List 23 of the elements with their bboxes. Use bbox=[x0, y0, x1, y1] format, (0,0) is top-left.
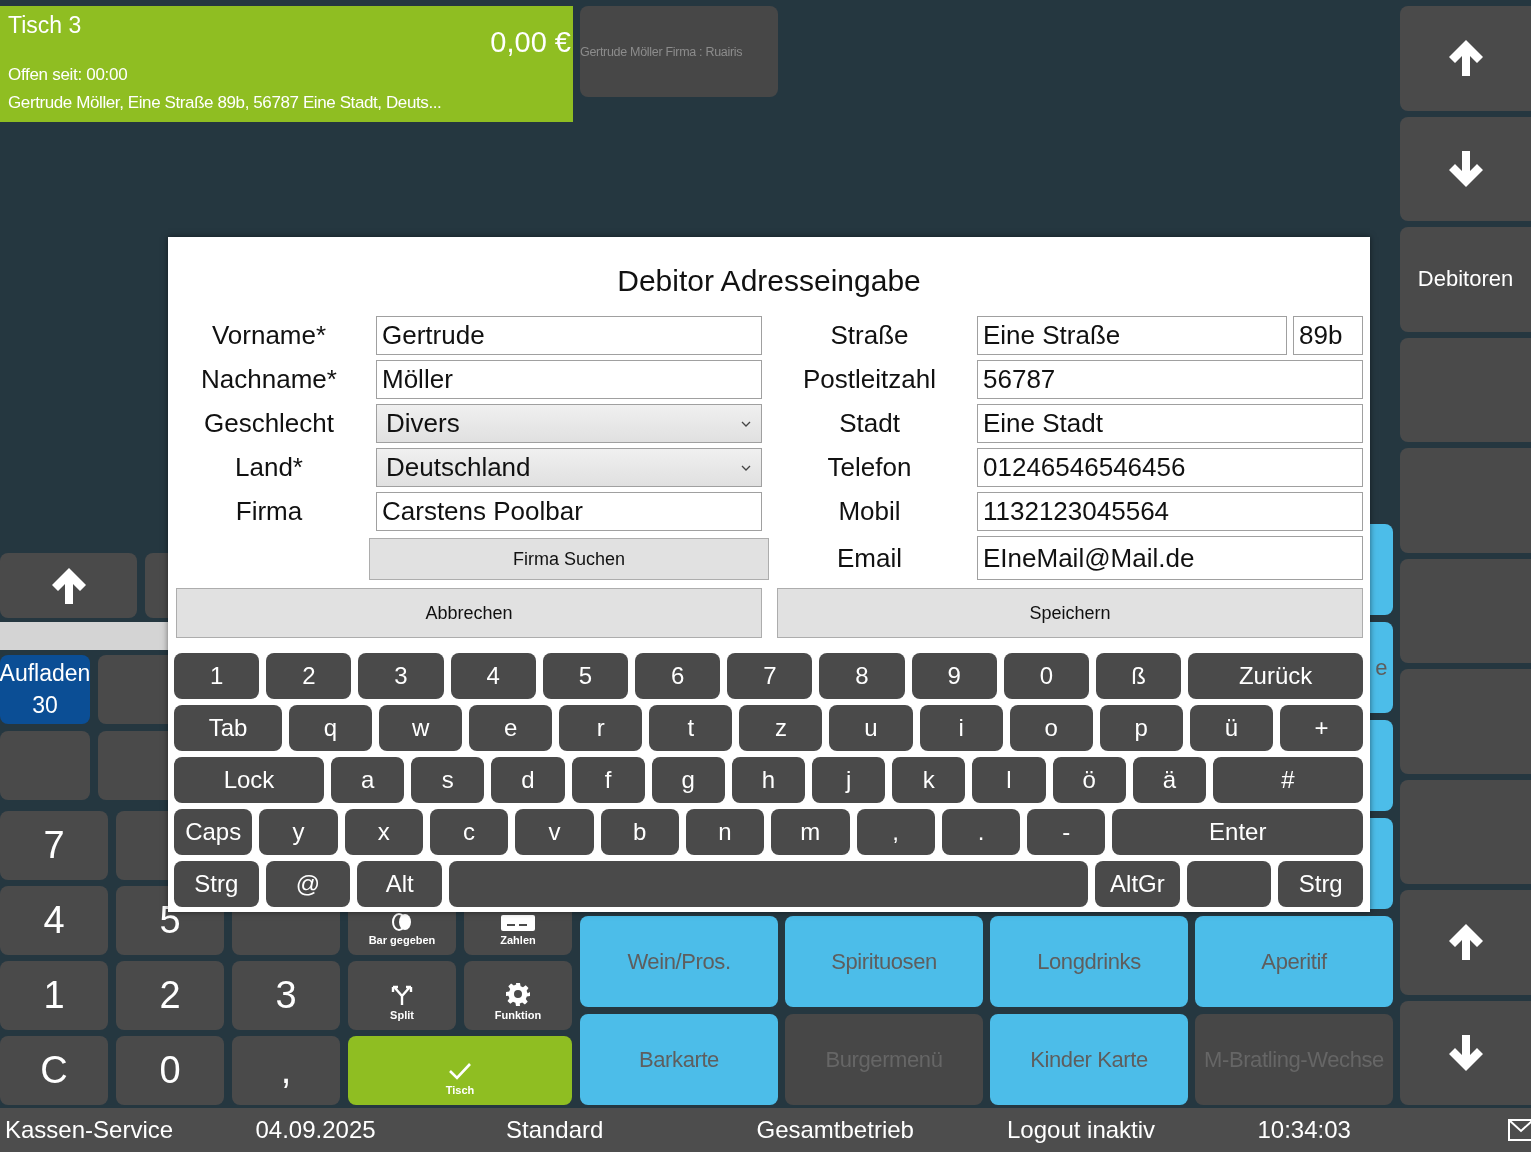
field-label: Straße bbox=[829, 319, 910, 352]
status-text: 10:34:03 bbox=[1257, 1116, 1352, 1144]
field-label: Email bbox=[836, 541, 903, 575]
field-label: Firma bbox=[234, 495, 304, 528]
open-since-text: Offen seit: 00:00 bbox=[8, 65, 129, 85]
ticket-title: Tisch 3 bbox=[8, 12, 83, 39]
field-label: Telefon bbox=[826, 451, 913, 484]
dialog-title: Debitor Adresseingabe bbox=[616, 263, 922, 299]
customer-card-text: Gertrude Möller Firma : Ruairis bbox=[580, 44, 743, 59]
status-text: Standard bbox=[506, 1116, 605, 1144]
field-label: Geschlecht bbox=[202, 407, 336, 440]
field-label: Vorname* bbox=[210, 319, 328, 352]
field-label: Land* bbox=[234, 451, 304, 484]
field-label: Nachname* bbox=[200, 363, 338, 396]
ticket-total: 0,00 € bbox=[490, 26, 571, 59]
status-text: Kassen-Service bbox=[5, 1116, 175, 1144]
field-label: Mobil bbox=[837, 495, 902, 528]
status-text: Logout inaktiv bbox=[1007, 1116, 1157, 1144]
status-text: Gesamtbetrieb bbox=[756, 1116, 915, 1144]
customer-address: Gertrude Möller, Eine Straße 89b, 56787 Eine Stadt, Deuts... bbox=[8, 93, 443, 113]
field-label: Stadt bbox=[838, 407, 901, 440]
field-label: Postleitzahl bbox=[802, 363, 937, 396]
status-text: 04.09.2025 bbox=[255, 1116, 377, 1144]
